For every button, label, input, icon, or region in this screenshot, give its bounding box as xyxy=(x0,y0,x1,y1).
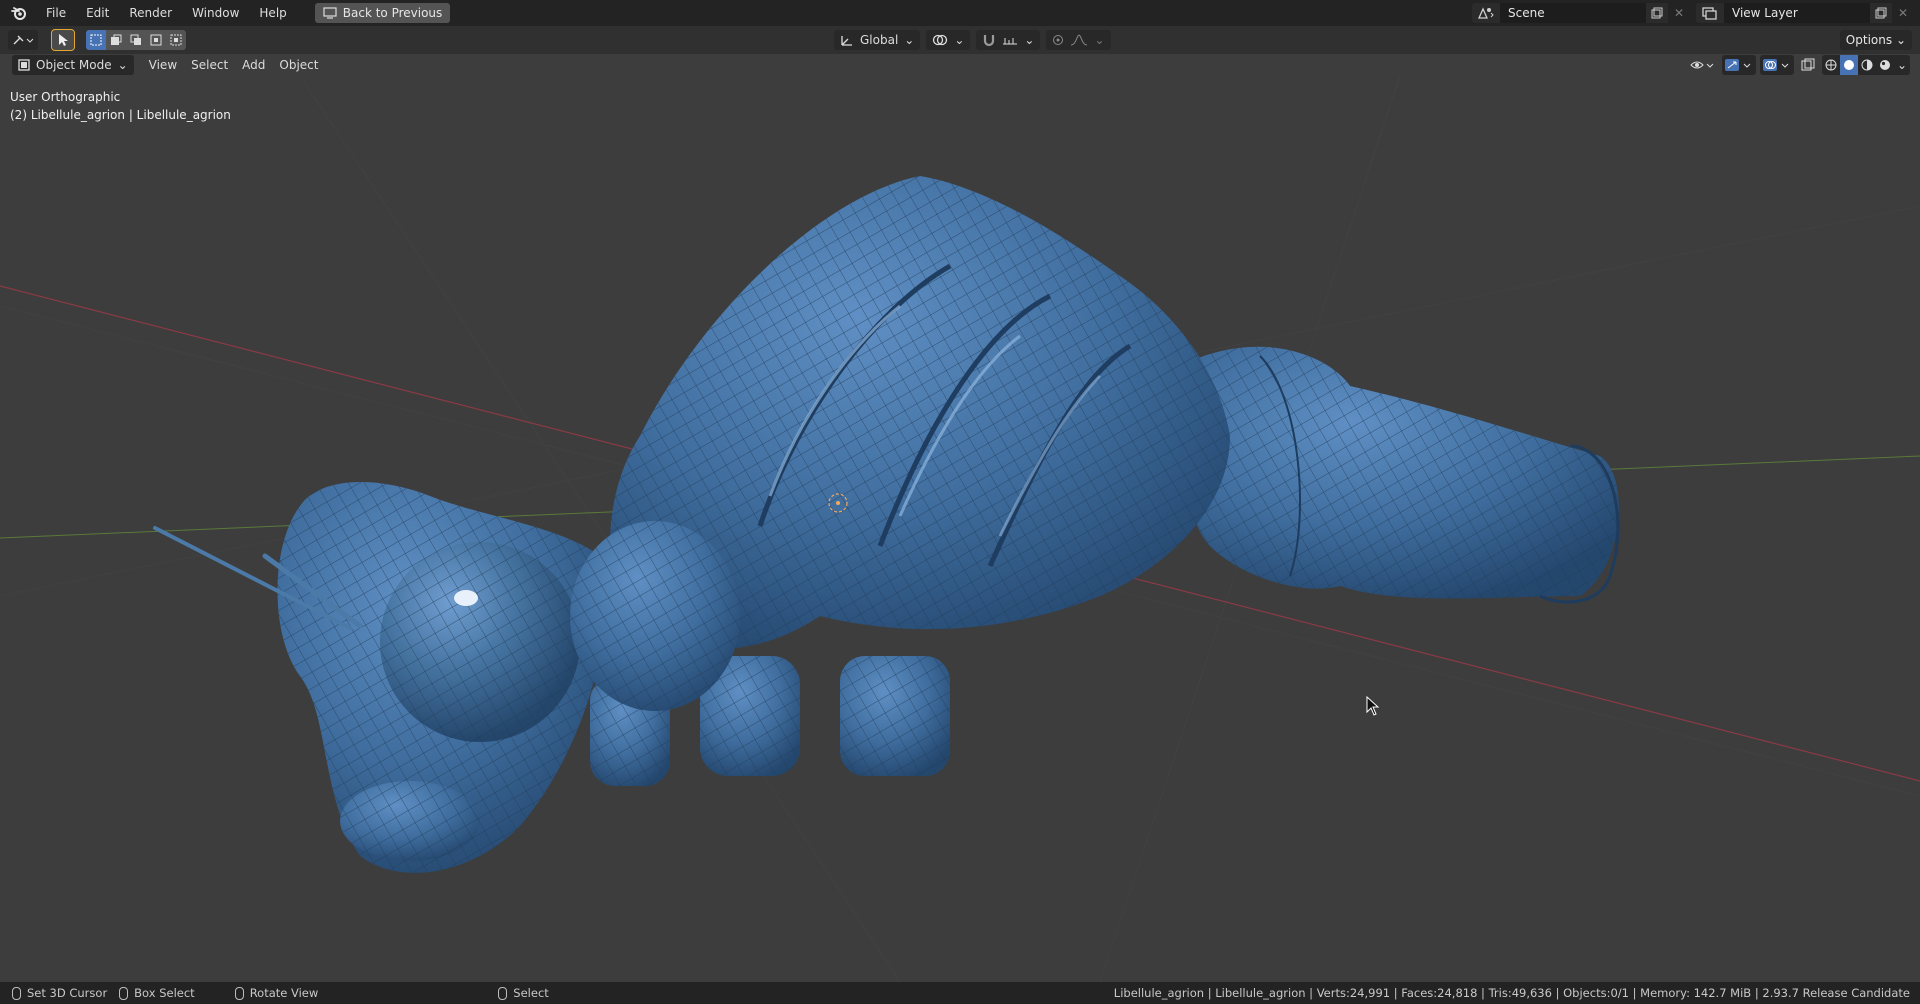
menu-render[interactable]: Render xyxy=(119,0,182,26)
axis-icon xyxy=(841,36,852,46)
object-mode-label: Object Mode xyxy=(36,58,112,72)
pivot-icon xyxy=(933,34,948,46)
status-rotate-view: Rotate View xyxy=(234,986,319,1000)
scene-selector[interactable]: Scene ✕ xyxy=(1472,3,1690,23)
object-mode-dropdown[interactable]: Object Mode ⌄ xyxy=(12,55,134,75)
wireframe-shading-icon[interactable] xyxy=(1822,55,1840,75)
3d-viewport[interactable] xyxy=(0,75,1920,983)
tail-segment xyxy=(1176,346,1620,604)
back-to-previous-button[interactable]: Back to Previous xyxy=(314,3,451,23)
status-rotate-view-label: Rotate View xyxy=(249,986,319,1000)
back-to-previous-label: Back to Previous xyxy=(342,6,443,20)
proportional-edit-icon xyxy=(1053,35,1064,45)
overlays-toggle-icon[interactable] xyxy=(1760,55,1794,75)
chevron-down-icon: ⌄ xyxy=(1895,33,1906,47)
chevron-down-icon: ⌄ xyxy=(954,33,965,47)
xray-toggle-icon[interactable] xyxy=(1798,55,1818,75)
select-tool-icon[interactable] xyxy=(51,29,75,51)
screen-icon xyxy=(323,7,337,19)
chevron-down-icon: ⌄ xyxy=(904,33,915,47)
scene-name-field[interactable]: Scene xyxy=(1500,3,1646,23)
select-invert-icon[interactable] xyxy=(146,30,166,50)
mouse-left-icon xyxy=(12,986,21,1000)
status-select: Select xyxy=(498,986,549,1000)
select-subtract-icon[interactable] xyxy=(126,30,146,50)
chevron-down-icon: ⌄ xyxy=(117,58,128,72)
chevron-down-icon: ⌄ xyxy=(1094,33,1105,47)
status-set-3d-cursor: Set 3D Cursor xyxy=(12,986,107,1000)
viewport-menu-object[interactable]: Object xyxy=(272,55,325,75)
new-view-layer-icon[interactable] xyxy=(1870,3,1892,23)
proportional-editing-dropdown[interactable]: ⌄ xyxy=(1046,30,1111,50)
tool-header: Global ⌄ ⌄ ⌄ ⌄ Options ⌄ xyxy=(0,26,1920,54)
delete-view-layer-icon[interactable]: ✕ xyxy=(1892,3,1914,23)
viewport-menu-add[interactable]: Add xyxy=(235,55,272,75)
status-box-select-label: Box Select xyxy=(134,986,195,1000)
falloff-curve-icon xyxy=(1071,34,1088,46)
rendered-shading-icon[interactable] xyxy=(1876,55,1894,75)
snap-dropdown[interactable]: ⌄ xyxy=(976,30,1041,50)
editor-type-icon[interactable] xyxy=(8,30,38,50)
menu-edit[interactable]: Edit xyxy=(76,0,119,26)
chevron-down-icon: ⌄ xyxy=(1024,33,1035,47)
status-select-label: Select xyxy=(513,986,549,1000)
mesh-object[interactable] xyxy=(153,176,1620,873)
status-bar: Set 3D Cursor Box Select Rotate View Sel… xyxy=(0,982,1920,1004)
neck-segment xyxy=(570,521,740,711)
viewport-menu-select[interactable]: Select xyxy=(184,55,235,75)
active-object-info: (2) Libellule_agrion | Libellule_agrion xyxy=(10,108,231,122)
transform-orientation-dropdown[interactable]: Global ⌄ xyxy=(834,30,921,50)
material-shading-icon[interactable] xyxy=(1858,55,1876,75)
mouse-right-icon xyxy=(498,986,508,1000)
magnet-icon xyxy=(984,35,995,47)
solid-shading-icon[interactable] xyxy=(1840,55,1858,75)
object-mode-icon xyxy=(18,59,30,71)
select-intersect-icon[interactable] xyxy=(166,30,186,50)
viewport-canvas[interactable] xyxy=(0,75,1920,983)
viewport-header: Object Mode ⌄ View Select Add Object ⌄ xyxy=(0,54,1920,76)
viewport-overlay-info: User Orthographic (2) Libellule_agrion |… xyxy=(10,88,231,124)
scene-icon[interactable] xyxy=(1472,3,1500,23)
shading-options-icon[interactable]: ⌄ xyxy=(1894,55,1910,75)
menu-help[interactable]: Help xyxy=(249,0,296,26)
mouse-drag-icon xyxy=(119,986,129,1000)
blender-logo-icon[interactable] xyxy=(10,4,28,22)
scene-statistics: Libellule_agrion | Libellule_agrion | Ve… xyxy=(1113,986,1910,1000)
top-menu-bar: File Edit Render Window Help Back to Pre… xyxy=(0,0,1920,26)
new-scene-icon[interactable] xyxy=(1646,3,1668,23)
status-set-3d-cursor-label: Set 3D Cursor xyxy=(27,986,108,1000)
select-new-icon[interactable] xyxy=(86,30,106,50)
view-layer-name-field[interactable]: View Layer xyxy=(1724,3,1870,23)
viewport-menu-view[interactable]: View xyxy=(142,55,184,75)
select-extend-icon[interactable] xyxy=(106,30,126,50)
visibility-icon[interactable] xyxy=(1688,55,1718,75)
status-box-select: Box Select xyxy=(119,986,195,1000)
head-segment xyxy=(153,482,606,873)
gizmo-toggle-icon[interactable] xyxy=(1722,55,1756,75)
mouse-middle-icon xyxy=(234,986,244,1000)
options-label: Options xyxy=(1845,33,1893,47)
snap-increment-icon xyxy=(1003,38,1018,45)
transform-orientation-label: Global xyxy=(860,33,899,47)
menu-window[interactable]: Window xyxy=(182,0,249,26)
view-name: User Orthographic xyxy=(10,90,121,104)
view-layer-selector[interactable]: View Layer ✕ xyxy=(1696,3,1914,23)
view-layer-icon[interactable] xyxy=(1696,3,1724,23)
options-dropdown[interactable]: Options ⌄ xyxy=(1839,30,1912,50)
menu-file[interactable]: File xyxy=(36,0,76,26)
delete-scene-icon[interactable]: ✕ xyxy=(1668,3,1690,23)
pivot-point-dropdown[interactable]: ⌄ xyxy=(926,30,971,50)
mouse-cursor-icon xyxy=(1366,696,1380,716)
